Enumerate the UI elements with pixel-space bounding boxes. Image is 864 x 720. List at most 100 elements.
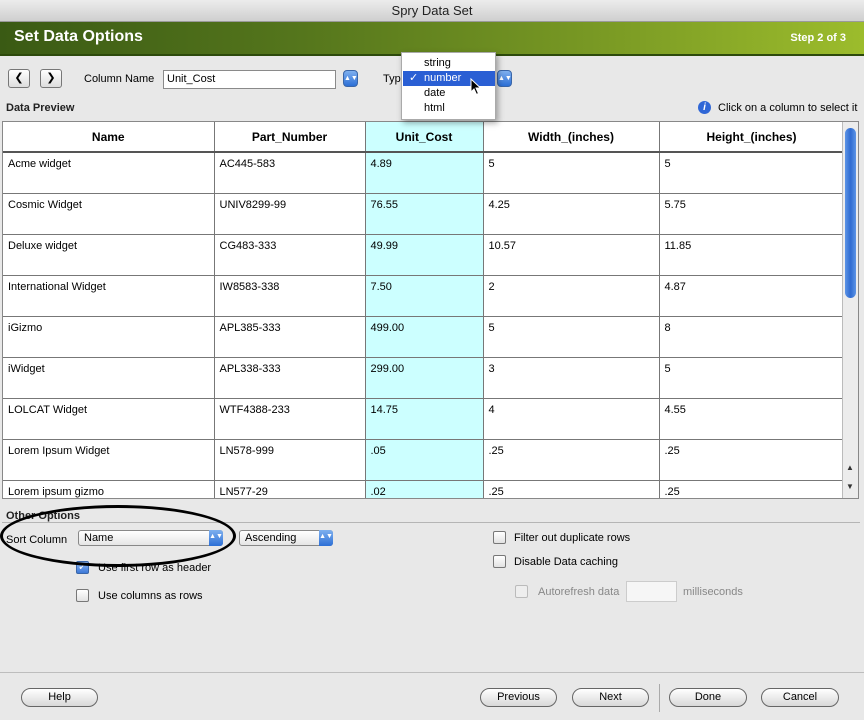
table-cell[interactable]: 4	[483, 398, 660, 440]
table-row[interactable]: iGizmo APL385-333 499.00 5 8	[3, 316, 845, 358]
table-row[interactable]: Acme widget AC445-583 4.89 5 5	[3, 152, 845, 194]
table-row[interactable]: LOLCAT Widget WTF4388-233 14.75 4 4.55	[3, 398, 845, 440]
table-cell[interactable]: UNIV8299-99	[214, 193, 366, 235]
table-header-row: Name Part_Number Unit_Cost Width_(inches…	[3, 122, 845, 153]
table-cell[interactable]: .25	[483, 480, 660, 498]
table-cell[interactable]: LN578-999	[214, 439, 366, 481]
table-cell[interactable]: 14.75	[365, 398, 484, 440]
sort-order-value: Ascending	[245, 532, 297, 544]
filter-duplicates-checkbox[interactable]	[493, 531, 506, 544]
table-scrollbar[interactable]: ▲ ▼	[842, 122, 858, 498]
up-down-arrows-icon: ▲▼	[344, 75, 358, 82]
type-option-html[interactable]: html	[403, 101, 495, 116]
column-name-field[interactable]: Unit_Cost	[163, 70, 336, 89]
scroll-up-arrow-icon[interactable]: ▲	[846, 463, 854, 472]
column-header-height[interactable]: Height_(inches)	[659, 122, 845, 153]
table-cell[interactable]: CG483-333	[214, 234, 366, 276]
header-banner: Set Data Options Step 2 of 3	[0, 22, 864, 56]
table-cell[interactable]: 8	[659, 316, 845, 358]
table-cell[interactable]: 2	[483, 275, 660, 317]
cancel-button[interactable]: Cancel	[761, 688, 839, 707]
chevron-right-icon: ❯	[46, 72, 56, 84]
table-cell[interactable]: 49.99	[365, 234, 484, 276]
table-cell[interactable]: 11.85	[659, 234, 845, 276]
table-cell[interactable]: 4.55	[659, 398, 845, 440]
table-cell[interactable]: 4.25	[483, 193, 660, 235]
column-name-stepper[interactable]: ▲▼	[343, 70, 358, 87]
table-cell[interactable]: .25	[659, 439, 845, 481]
table-cell[interactable]: .25	[659, 480, 845, 498]
table-cell[interactable]: 499.00	[365, 316, 484, 358]
data-preview-label: Data Preview	[6, 102, 75, 114]
table-cell[interactable]: 4.89	[365, 152, 484, 194]
table-cell[interactable]: 5.75	[659, 193, 845, 235]
table-cell[interactable]: LOLCAT Widget	[3, 398, 215, 440]
table-row[interactable]: Cosmic Widget UNIV8299-99 76.55 4.25 5.75	[3, 193, 845, 235]
column-header-unit-cost[interactable]: Unit_Cost	[365, 122, 484, 153]
help-button[interactable]: Help	[21, 688, 98, 707]
table-cell[interactable]: .25	[483, 439, 660, 481]
table-row[interactable]: International Widget IW8583-338 7.50 2 4.87	[3, 275, 845, 317]
table-cell[interactable]: Deluxe widget	[3, 234, 215, 276]
table-cell[interactable]: APL385-333	[214, 316, 366, 358]
next-button[interactable]: Next	[572, 688, 649, 707]
table-cell[interactable]: AC445-583	[214, 152, 366, 194]
disable-caching-checkbox[interactable]	[493, 555, 506, 568]
autorefresh-checkbox[interactable]	[515, 585, 528, 598]
type-option-string[interactable]: string	[403, 56, 495, 71]
column-header-name[interactable]: Name	[3, 122, 215, 153]
preview-hint: Click on a column to select it	[718, 102, 858, 114]
previous-column-button[interactable]: ❮	[8, 69, 30, 88]
page-title: Set Data Options	[14, 28, 143, 45]
step-indicator: Step 2 of 3	[790, 32, 846, 44]
table-cell[interactable]: Acme widget	[3, 152, 215, 194]
table-row[interactable]: Lorem ipsum gizmo LN577-29.02.25.25	[3, 480, 845, 498]
table-cell[interactable]: iWidget	[3, 357, 215, 399]
type-select-arrow[interactable]: ▲▼	[497, 70, 512, 87]
table-cell[interactable]: 299.00	[365, 357, 484, 399]
columns-as-rows-checkbox[interactable]	[76, 589, 89, 602]
table-cell[interactable]: WTF4388-233	[214, 398, 366, 440]
table-cell[interactable]: IW8583-338	[214, 275, 366, 317]
table-cell[interactable]: 5	[483, 152, 660, 194]
table-cell[interactable]: Cosmic Widget	[3, 193, 215, 235]
table-cell[interactable]: .05	[365, 439, 484, 481]
table-cell[interactable]: 5	[659, 152, 845, 194]
button-separator	[659, 684, 660, 712]
mouse-cursor-icon	[470, 78, 482, 96]
table-cell[interactable]: 5	[483, 316, 660, 358]
disable-caching-label: Disable Data caching	[514, 556, 618, 568]
scroll-down-arrow-icon[interactable]: ▼	[846, 482, 854, 491]
previous-button[interactable]: Previous	[480, 688, 557, 707]
sort-order-select[interactable]: Ascending ▲▼	[239, 530, 333, 546]
column-name-label: Column Name	[84, 73, 155, 85]
table-cell[interactable]: LN577-29	[214, 480, 366, 498]
scrollbar-thumb[interactable]	[845, 128, 856, 298]
table-cell[interactable]: .02	[365, 480, 484, 498]
table-cell[interactable]: International Widget	[3, 275, 215, 317]
column-header-width[interactable]: Width_(inches)	[483, 122, 660, 153]
table-row[interactable]: iWidget APL338-333 299.00 3 5	[3, 357, 845, 399]
table-cell[interactable]: Lorem Ipsum Widget	[3, 439, 215, 481]
done-button[interactable]: Done	[669, 688, 747, 707]
table-cell[interactable]: 76.55	[365, 193, 484, 235]
table-row[interactable]: Deluxe widget CG483-333 49.99 10.57 11.85	[3, 234, 845, 276]
up-down-arrows-icon: ▲▼	[498, 75, 512, 82]
table-cell[interactable]: iGizmo	[3, 316, 215, 358]
data-preview-table[interactable]: Name Part_Number Unit_Cost Width_(inches…	[2, 121, 859, 499]
table-cell[interactable]: Lorem ipsum gizmo	[3, 480, 215, 498]
autorefresh-interval-field[interactable]	[626, 581, 677, 602]
table-cell[interactable]: 7.50	[365, 275, 484, 317]
table-cell[interactable]: 10.57	[483, 234, 660, 276]
table-cell[interactable]: 4.87	[659, 275, 845, 317]
table-row[interactable]: Lorem Ipsum Widget LN578-999.05.25.25	[3, 439, 845, 481]
table-cell[interactable]: APL338-333	[214, 357, 366, 399]
columns-as-rows-label: Use columns as rows	[98, 590, 203, 602]
table-cell[interactable]: 5	[659, 357, 845, 399]
column-header-part-number[interactable]: Part_Number	[214, 122, 366, 153]
filter-duplicates-label: Filter out duplicate rows	[514, 532, 631, 544]
table-cell[interactable]: 3	[483, 357, 660, 399]
window-title: Spry Data Set	[0, 0, 864, 22]
checkmark-icon: ✓	[409, 72, 419, 84]
next-column-button[interactable]: ❯	[40, 69, 62, 88]
